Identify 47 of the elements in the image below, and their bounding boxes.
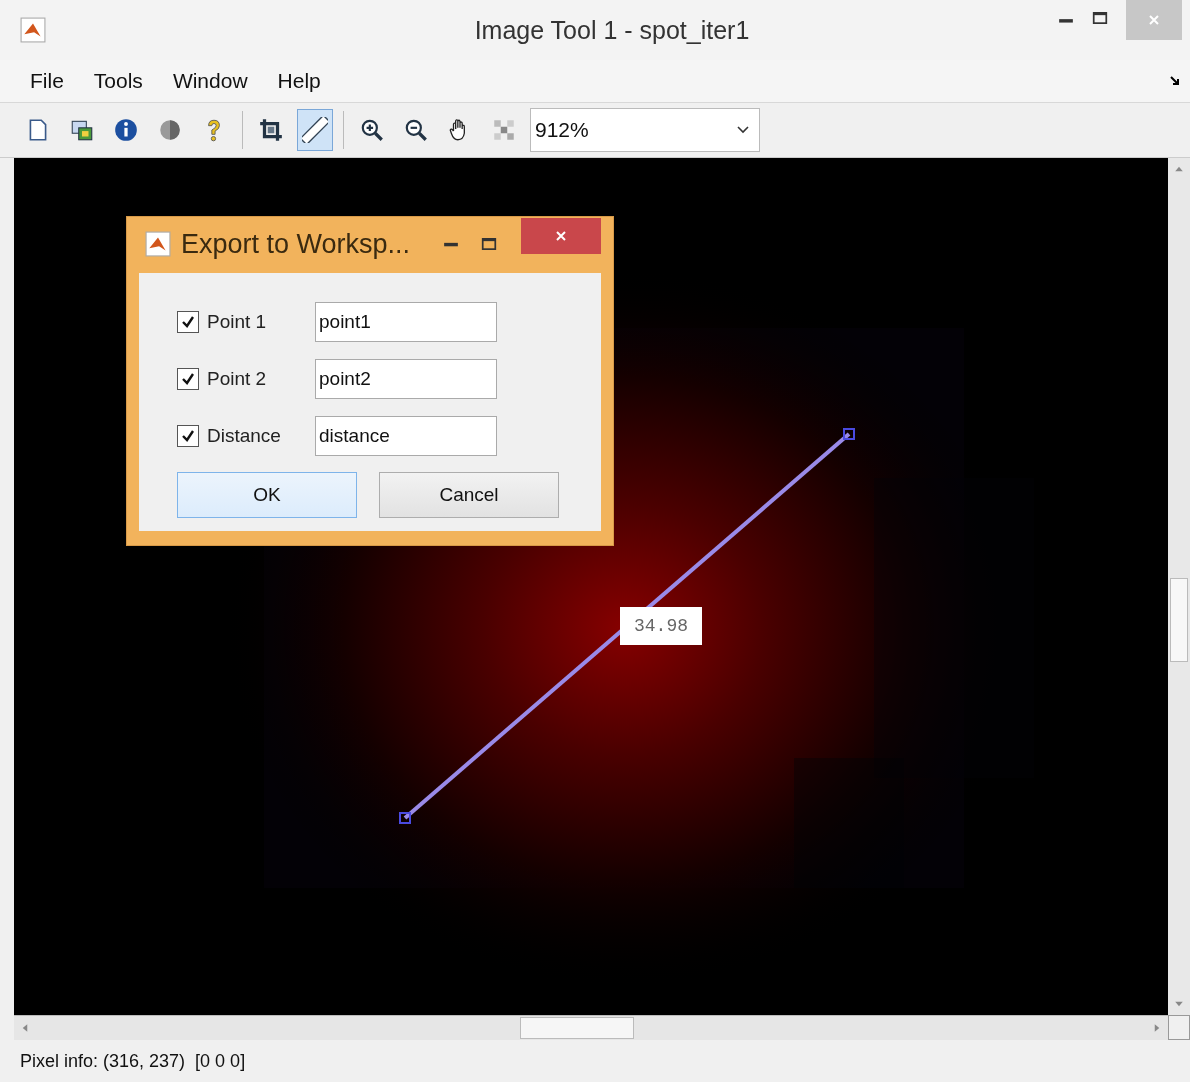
distance-line[interactable] — [399, 428, 855, 824]
half-circle-icon — [157, 117, 183, 143]
info-icon — [113, 117, 139, 143]
app-logo-icon — [145, 231, 171, 257]
caret-icon — [737, 126, 749, 134]
maximize-icon[interactable] — [1092, 10, 1108, 26]
zoom-out-icon — [403, 117, 429, 143]
distance-label: 34.98 — [620, 607, 702, 645]
up-arrow-icon[interactable] — [1175, 166, 1183, 172]
left-arrow-icon[interactable] — [22, 1024, 28, 1032]
checkbox[interactable] — [177, 424, 199, 447]
maximize-icon[interactable] — [481, 236, 497, 252]
ok-button[interactable]: OK — [177, 472, 357, 518]
horizontal-scrollbar[interactable] — [14, 1015, 1168, 1040]
zoom-dropdown[interactable]: 912% — [530, 108, 760, 152]
checkbox-label: Point 2 — [207, 367, 268, 390]
checkbox-label: Point 1 — [207, 310, 268, 333]
menu-item[interactable]: File — [30, 69, 64, 93]
checkbox[interactable] — [177, 310, 199, 333]
menu-item[interactable]: Help — [277, 69, 321, 93]
name-field[interactable]: point2 — [315, 358, 497, 399]
scrollbar-thumb[interactable] — [520, 1017, 634, 1039]
window-title: Image Tool 1 - spot_iter1 — [473, 15, 751, 45]
down-arrow-icon[interactable] — [1175, 1001, 1183, 1007]
app-logo-icon — [20, 17, 46, 43]
name-field[interactable]: point1 — [315, 301, 497, 342]
checkbox-label: Distance — [207, 424, 282, 447]
menu-item[interactable]: Window — [172, 69, 248, 93]
ruler-tool[interactable] — [297, 109, 333, 151]
dock-arrow-icon[interactable] — [1170, 76, 1180, 86]
right-arrow-icon[interactable] — [1154, 1024, 1160, 1032]
cancel-button[interactable]: Cancel — [379, 472, 559, 518]
status-text: Pixel info: (316, 237) [0 0 0] — [19, 1049, 247, 1073]
dialog-title: Export to Worksp... — [181, 228, 412, 260]
checker-icon — [491, 117, 517, 143]
close-icon — [1147, 13, 1161, 27]
check-icon — [181, 371, 195, 386]
zoom-in-icon — [359, 117, 385, 143]
crop-icon — [258, 117, 284, 143]
menu-item[interactable]: Tools — [93, 69, 143, 93]
check-icon — [181, 428, 195, 443]
name-field[interactable]: distance — [315, 415, 497, 456]
vertical-scrollbar[interactable] — [1168, 158, 1190, 1015]
close-icon — [554, 229, 568, 243]
scrollbar-thumb[interactable] — [1170, 578, 1188, 662]
check-icon — [181, 314, 195, 329]
checkbox[interactable] — [177, 367, 199, 390]
